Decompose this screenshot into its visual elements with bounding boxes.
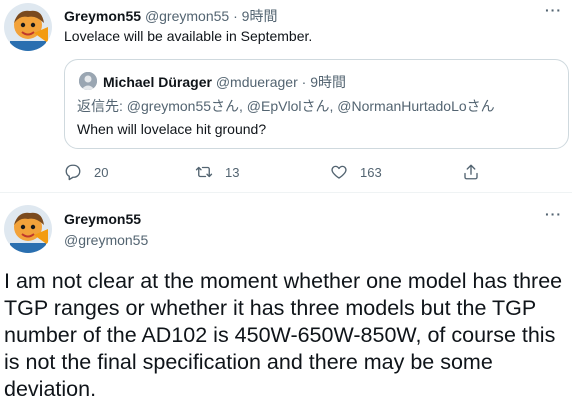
tweet-text: Lovelace will be available in September. [64, 28, 313, 44]
heart-icon [331, 165, 347, 179]
timestamp[interactable]: 9時間 [242, 8, 278, 24]
quoted-avatar[interactable] [79, 72, 97, 90]
tweet-header: Greymon55 @greymon55 · 9時間 [64, 6, 277, 26]
separator: · [301, 74, 307, 90]
separator: · [233, 8, 238, 24]
reply-button[interactable]: 20 [64, 163, 108, 181]
quoted-tweet[interactable]: Michael Dürager @mduerager · 9時間 返信先: @g… [64, 59, 569, 149]
reply-tweet[interactable]: Greymon55 @greymon55 · 9時間 ··· Lovelace … [0, 0, 572, 193]
quoted-author-handle[interactable]: @mduerager [216, 74, 298, 90]
more-options-button[interactable]: ··· [545, 206, 562, 222]
reply-to-line: 返信先: @greymon55さん, @EpVlolさん, @NormanHur… [77, 98, 495, 114]
share-button[interactable] [462, 163, 492, 181]
main-tweet-text: I am not clear at the moment whether one… [4, 269, 563, 401]
reply-icon [65, 164, 81, 181]
main-author-handle[interactable]: @greymon55 [64, 232, 148, 248]
quoted-header: Michael Dürager @mduerager · 9時間 [103, 72, 346, 92]
action-bar: 20 13 163 [64, 163, 504, 183]
quoted-timestamp[interactable]: 9時間 [310, 74, 346, 90]
like-count: 163 [360, 164, 382, 180]
avatar[interactable] [4, 3, 52, 51]
retweet-icon [195, 166, 213, 178]
retweet-button[interactable]: 13 [195, 163, 239, 181]
quoted-author-name[interactable]: Michael Dürager [103, 74, 212, 90]
more-options-button[interactable]: ··· [545, 2, 562, 18]
like-button[interactable]: 163 [330, 163, 382, 181]
quoted-text: When will lovelace hit ground? [77, 121, 267, 137]
retweet-count: 13 [225, 164, 240, 180]
author-handle[interactable]: @greymon55 [145, 8, 229, 24]
avatar[interactable] [4, 205, 52, 253]
author-name[interactable]: Greymon55 [64, 8, 141, 24]
main-author-name[interactable]: Greymon55 [64, 211, 141, 227]
reply-count: 20 [94, 164, 109, 180]
share-icon [464, 164, 478, 180]
